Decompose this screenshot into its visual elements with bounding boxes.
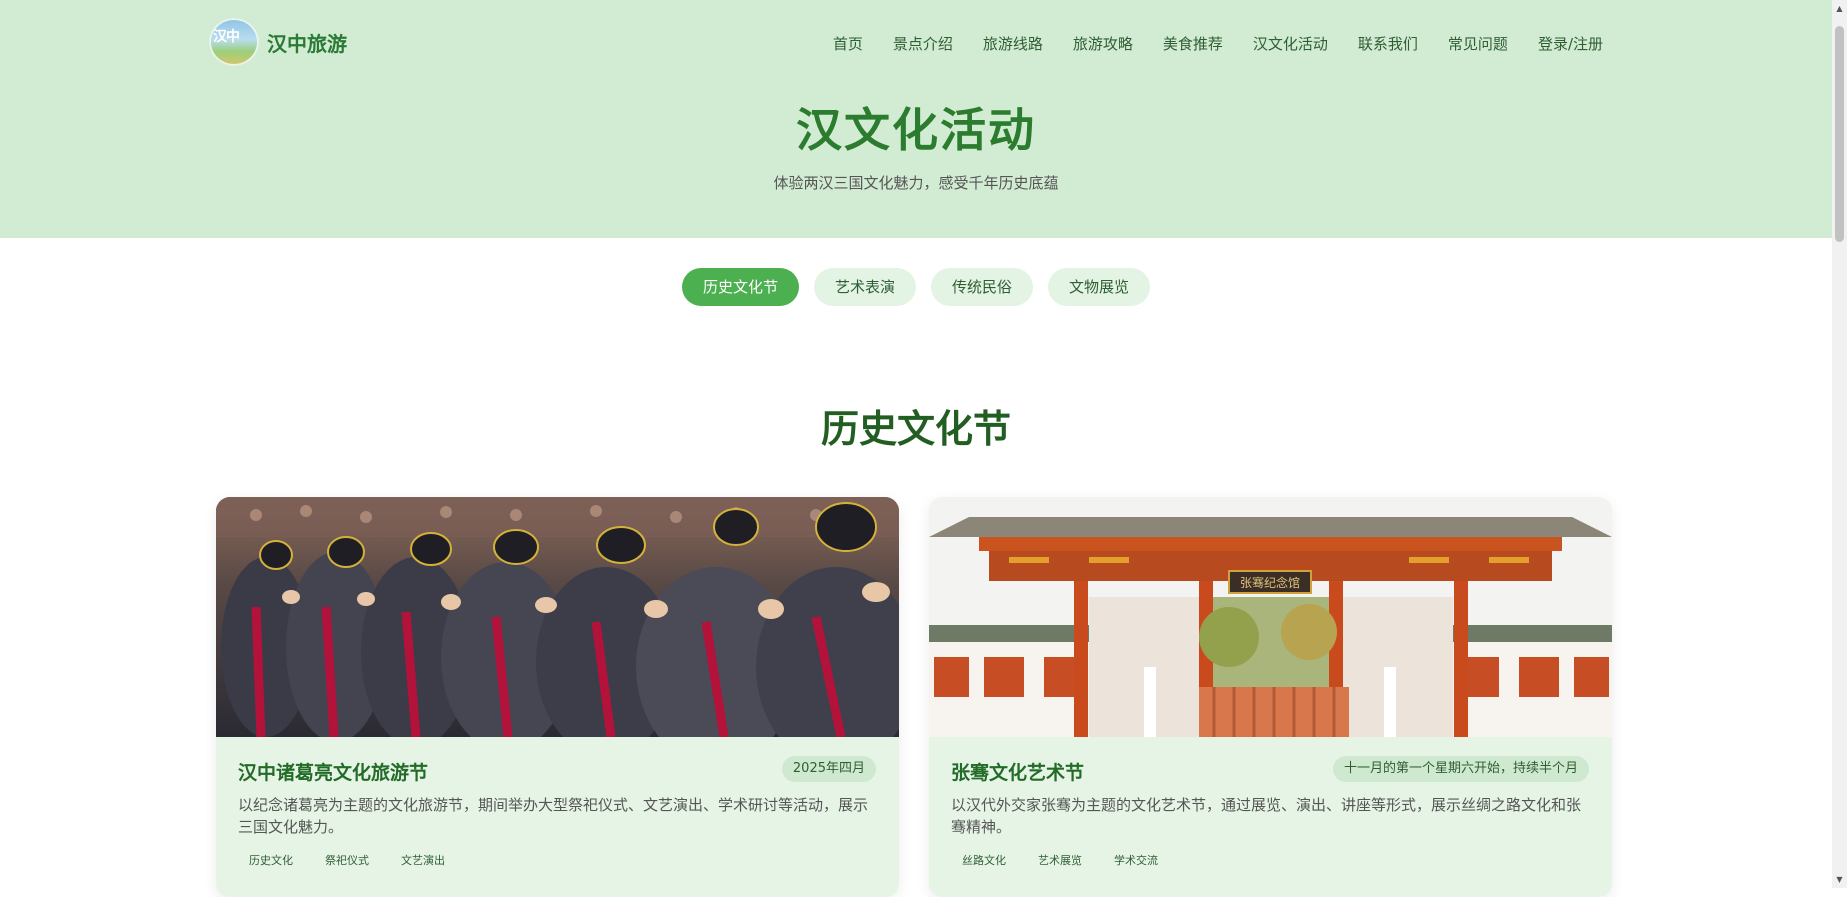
gate-plaque-text: 张骞纪念馆: [1240, 575, 1300, 590]
logo-badge-text: 汉中: [213, 29, 240, 45]
logo-badge-icon: 汉中: [209, 18, 259, 66]
event-tags: 丝路文化 艺术展览 学术交流: [951, 849, 1169, 871]
event-card[interactable]: 张骞纪念馆 张骞文化艺术节 十一月的第一个星期六开始，持续半个月 以汉代外交家张…: [929, 497, 1612, 897]
nav-item-login[interactable]: 登录/注册: [1538, 33, 1603, 54]
event-card[interactable]: 汉中诸葛亮文化旅游节 2025年四月 以纪念诸葛亮为主题的文化旅游节，期间举办大…: [216, 497, 899, 897]
scroll-up-arrow-icon[interactable]: ▲: [1832, 0, 1847, 17]
event-tag: 学术交流: [1103, 849, 1169, 871]
event-title[interactable]: 汉中诸葛亮文化旅游节: [238, 758, 428, 785]
event-tag: 丝路文化: [951, 849, 1017, 871]
section-title: 历史文化节: [820, 407, 1011, 451]
nav-item-contact[interactable]: 联系我们: [1358, 33, 1418, 54]
page-subtitle: 体验两汉三国文化魅力，感受千年历史底蕴: [773, 174, 1059, 192]
page-title: 汉文化活动: [796, 103, 1036, 157]
tab-folk-customs[interactable]: 传统民俗: [931, 268, 1034, 306]
event-tag: 历史文化: [238, 849, 304, 871]
tab-art-performance[interactable]: 艺术表演: [813, 268, 916, 306]
nav-item-attractions[interactable]: 景点介绍: [893, 33, 953, 54]
event-date-badge: 2025年四月: [781, 756, 876, 782]
event-tags: 历史文化 祭祀仪式 文艺演出: [238, 849, 456, 871]
event-description: 以汉代外交家张骞为主题的文化艺术节，通过展览、演出、讲座等形式，展示丝绸之路文化…: [951, 796, 1582, 836]
event-tag: 祭祀仪式: [314, 849, 380, 871]
tab-history-festival[interactable]: 历史文化节: [681, 268, 799, 306]
hero-header: 汉中 汉中旅游 首页 景点介绍 旅游线路 旅游攻略 美食推荐 汉文化活动 联系我…: [0, 0, 1832, 238]
site-logo[interactable]: 汉中 汉中旅游: [209, 18, 347, 66]
event-tag: 文艺演出: [390, 849, 456, 871]
event-image-ceremony: [216, 497, 899, 737]
category-tabs: 历史文化节 艺术表演 传统民俗 文物展览: [0, 268, 1832, 306]
nav-item-home[interactable]: 首页: [833, 33, 863, 54]
scroll-down-arrow-icon[interactable]: ▼: [1832, 871, 1847, 888]
event-date-badge: 十一月的第一个星期六开始，持续半个月: [1332, 756, 1589, 782]
page-scrollbar[interactable]: ▲ ▼: [1832, 0, 1847, 888]
tab-relic-exhibition[interactable]: 文物展览: [1048, 268, 1151, 306]
nav-item-food[interactable]: 美食推荐: [1163, 33, 1223, 54]
event-title[interactable]: 张骞文化艺术节: [951, 758, 1084, 785]
event-tag: 艺术展览: [1027, 849, 1093, 871]
nav-item-han-culture[interactable]: 汉文化活动: [1253, 33, 1328, 54]
event-description: 以纪念诸葛亮为主题的文化旅游节，期间举办大型祭祀仪式、文艺演出、学术研讨等活动，…: [238, 796, 869, 836]
nav-item-guides[interactable]: 旅游攻略: [1073, 33, 1133, 54]
brand-name[interactable]: 汉中旅游: [267, 28, 347, 57]
scrollbar-thumb[interactable]: [1835, 26, 1844, 242]
main-nav: 首页 景点介绍 旅游线路 旅游攻略 美食推荐 汉文化活动 联系我们 常见问题 登…: [803, 33, 1603, 54]
event-image-memorial-gate: 张骞纪念馆: [929, 497, 1612, 737]
nav-item-faq[interactable]: 常见问题: [1448, 33, 1508, 54]
nav-item-routes[interactable]: 旅游线路: [983, 33, 1043, 54]
